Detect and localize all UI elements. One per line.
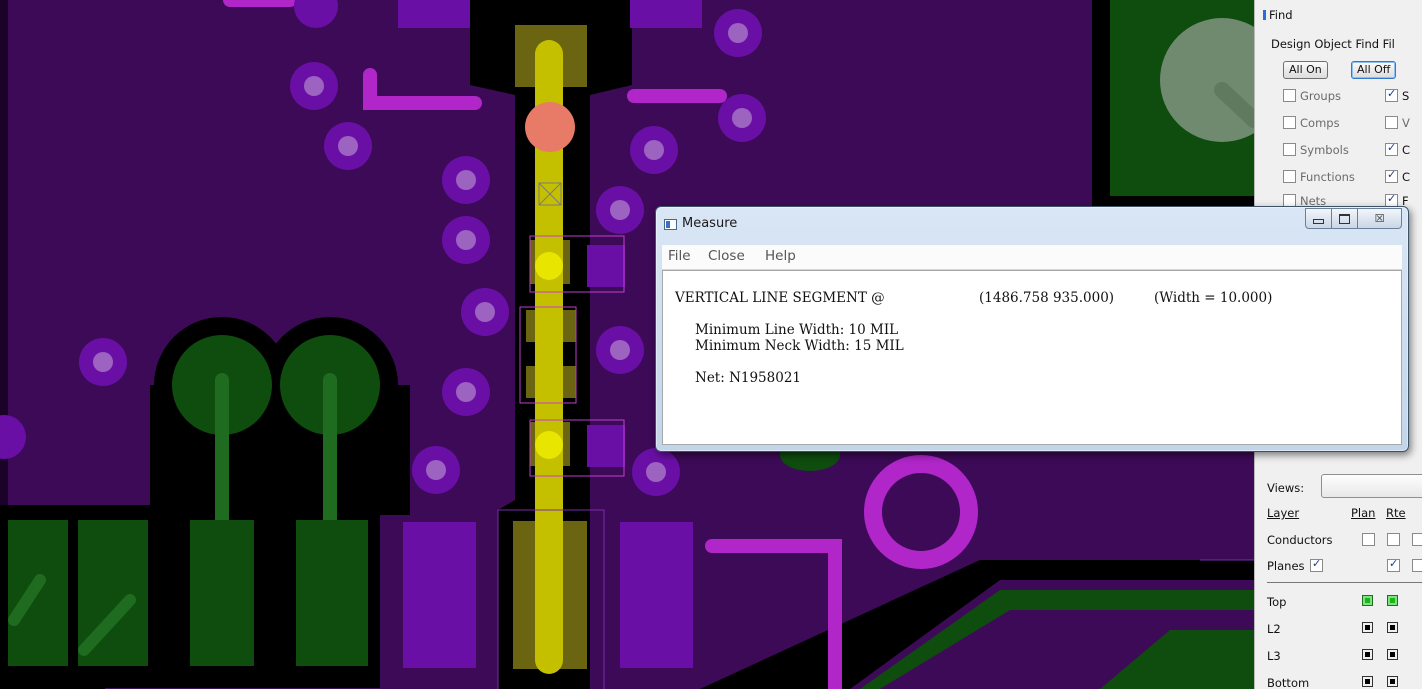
- filter-right-0[interactable]: S: [1385, 87, 1410, 103]
- filter-label: Functions: [1300, 170, 1355, 184]
- measure-title: Measure: [682, 216, 738, 231]
- views-dropdown[interactable]: [1321, 474, 1422, 498]
- menu-close[interactable]: Close: [708, 248, 745, 264]
- column-rte: Rte: [1386, 506, 1406, 520]
- column-layer: Layer: [1267, 506, 1300, 520]
- filter-comps[interactable]: Comps: [1283, 116, 1340, 130]
- menu-file[interactable]: File: [668, 248, 691, 264]
- filter-label: V: [1402, 116, 1410, 130]
- planes-rte-checkbox[interactable]: [1387, 557, 1400, 572]
- filter-label: S: [1402, 89, 1410, 103]
- all-on-button[interactable]: All On: [1283, 61, 1328, 79]
- min-neck-width: Minimum Neck Width: 15 MIL: [695, 338, 904, 354]
- filter-symbols[interactable]: Symbols: [1283, 143, 1349, 157]
- layer-l3-plan-swatch[interactable]: [1362, 649, 1373, 660]
- window-icon: [664, 219, 677, 230]
- column-plan: Plan: [1351, 506, 1376, 520]
- filter-label: Symbols: [1300, 143, 1349, 157]
- filter-label: C: [1402, 170, 1411, 184]
- layer-bottom-plan-swatch[interactable]: [1362, 676, 1373, 687]
- checkbox-checked-icon[interactable]: [1385, 168, 1398, 183]
- find-panel-title: Find: [1263, 8, 1293, 22]
- close-icon: ☒: [1374, 212, 1385, 225]
- checkbox-icon[interactable]: [1283, 89, 1296, 102]
- layer-l3-rte-swatch[interactable]: [1387, 649, 1398, 660]
- layer-bottom-label: Bottom: [1267, 676, 1310, 689]
- menu-help[interactable]: Help: [765, 248, 796, 264]
- planes-extra-checkbox[interactable]: [1412, 559, 1422, 572]
- conductors-extra-checkbox[interactable]: [1412, 533, 1422, 546]
- measure-output: VERTICAL LINE SEGMENT @ (1486.758 935.00…: [662, 270, 1402, 445]
- filter-label: Groups: [1300, 89, 1342, 103]
- min-line-width: Minimum Line Width: 10 MIL: [695, 322, 899, 338]
- layer-l3-label: L3: [1267, 649, 1281, 663]
- layer-l2-plan-swatch[interactable]: [1362, 622, 1373, 633]
- checkbox-icon[interactable]: [1283, 170, 1296, 183]
- layer-top-label: Top: [1267, 595, 1287, 609]
- layer-top-rte-swatch[interactable]: [1387, 595, 1398, 606]
- minimize-button[interactable]: [1305, 208, 1332, 229]
- net-name: Net: N1958021: [695, 370, 802, 386]
- grip-icon: [1263, 10, 1266, 20]
- filter-right-2[interactable]: C: [1385, 141, 1411, 157]
- checkbox-checked-icon[interactable]: [1385, 87, 1398, 102]
- measure-window[interactable]: Measure ☒ File Close Help VERTICAL LINE …: [655, 206, 1409, 452]
- planes-checkbox[interactable]: [1310, 557, 1323, 572]
- menu-bar: File Close Help: [662, 245, 1402, 270]
- checkbox-icon[interactable]: [1283, 143, 1296, 156]
- layer-bottom-rte-swatch[interactable]: [1387, 676, 1398, 687]
- close-button[interactable]: ☒: [1358, 208, 1402, 229]
- layer-l2-label: L2: [1267, 622, 1281, 636]
- window-controls: ☒: [1305, 208, 1402, 229]
- maximize-button[interactable]: [1332, 208, 1358, 229]
- conductors-rte-checkbox[interactable]: [1387, 533, 1400, 546]
- checkbox-icon[interactable]: [1283, 116, 1296, 129]
- filter-label: C: [1402, 143, 1411, 157]
- maximize-icon: [1339, 213, 1350, 224]
- filter-right-1[interactable]: V: [1385, 116, 1410, 130]
- divider: [1267, 582, 1422, 583]
- checkbox-icon[interactable]: [1385, 116, 1398, 129]
- planes-label: Planes: [1267, 559, 1305, 573]
- filter-groups[interactable]: Groups: [1283, 89, 1341, 103]
- conductors-plan-checkbox[interactable]: [1362, 533, 1375, 546]
- segment-width: (Width = 10.000): [1154, 290, 1273, 306]
- views-label: Views:: [1267, 481, 1305, 495]
- layer-l2-rte-swatch[interactable]: [1387, 622, 1398, 633]
- conductors-label: Conductors: [1267, 533, 1333, 547]
- segment-heading: VERTICAL LINE SEGMENT @: [675, 290, 885, 306]
- filter-label: Comps: [1300, 116, 1340, 130]
- filter-right-3[interactable]: C: [1385, 168, 1411, 184]
- filter-functions[interactable]: Functions: [1283, 170, 1355, 184]
- find-group-title: Design Object Find Fil: [1271, 37, 1395, 51]
- all-off-button[interactable]: All Off: [1351, 61, 1397, 79]
- segment-coords: (1486.758 935.000): [979, 290, 1115, 306]
- checkbox-checked-icon[interactable]: [1385, 141, 1398, 156]
- minimize-icon: [1313, 219, 1324, 224]
- layer-top-plan-swatch[interactable]: [1362, 595, 1373, 606]
- find-title-text: Find: [1269, 8, 1293, 22]
